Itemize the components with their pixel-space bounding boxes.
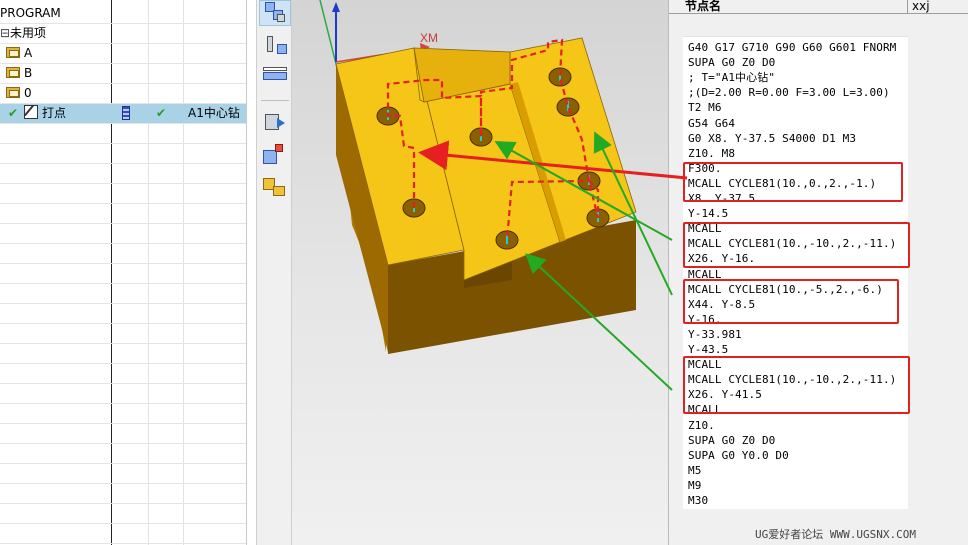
empty-row [0,264,246,284]
folder-icon [6,87,20,98]
empty-row [0,284,246,304]
machining-method-view-button[interactable] [261,110,289,136]
program-order-view-button[interactable] [261,0,289,26]
watermark: UG爱好者论坛 WWW.UGSNX.COM [755,528,916,541]
toolpath-status-icon [122,106,130,120]
geometry-view-button[interactable] [261,64,289,90]
nc-code-line: Y-14.5 [688,207,729,221]
nc-header: 节点名 xxj [669,0,968,14]
empty-row [0,304,246,324]
nc-code-line: SUPA G0 Z0 D0 [688,56,776,70]
tree-row-label: B [24,66,33,80]
machine-tool-view-button[interactable] [261,34,289,60]
empty-row [0,204,246,224]
tool-name: A1中心钻 [188,106,240,120]
highlight-box [683,222,910,268]
tree-row-label: A [24,46,33,60]
empty-row [0,244,246,264]
tree-row-group-b[interactable]: B [0,64,246,84]
tree-row-label: 打点 [42,106,67,120]
tree-row-unused-items[interactable]: ⊟ 未用项 [0,24,246,44]
empty-row [0,124,246,144]
nc-code-line: Z10. M8 [688,146,736,160]
path-check-icon: ✔ [156,106,167,120]
nc-code-line: SUPA G0 Y0.0 D0 [688,448,789,462]
highlight-box [683,279,899,324]
folder-icon [6,47,20,58]
nc-code-line: M5 [688,463,702,477]
nc-code-line: Z10. [688,418,715,432]
status-check-icon: ✔ [8,106,19,120]
graphics-viewport[interactable]: XM [292,0,668,545]
column-header-node-name[interactable]: 节点名 [685,0,721,12]
column-header-value[interactable]: xxj [912,0,930,12]
nc-code-line: T2 M6 [688,101,722,115]
folder-icon [6,67,20,78]
spot-drill-operation-icon [24,105,38,119]
empty-row [0,144,246,164]
tree-row-label: PROGRAM [0,6,61,20]
nc-code-line: G40 G17 G710 G90 G60 G601 FNORM [688,41,897,54]
nc-code-line: Y-33.981 [688,327,742,341]
nc-code-line: Y-43.5 [688,343,729,356]
empty-row [0,484,246,504]
nc-code-line: G0 X8. Y-37.5 S4000 D1 M3 [688,131,857,145]
tree-row-label: 0 [24,86,32,100]
tree-row-group-a[interactable]: A [0,44,246,64]
empty-row [0,344,246,364]
nc-code-line: M9 [688,478,702,492]
nc-code-line: G54 G64 [688,116,736,130]
tree-row-program[interactable]: PROGRAM [0,4,246,24]
empty-row [0,184,246,204]
collapse-icon[interactable]: ⊟ [0,24,10,44]
empty-row [0,224,246,244]
empty-row [0,444,246,464]
nc-code-line: ; T="A1中心钻" [688,71,776,85]
tree-row-label: 未用项 [10,26,47,40]
operation-navigator: PROGRAM ⊟ 未用项 A B 0 ✔ 打点 ✔ A1中心钻 [0,0,247,545]
empty-row [0,324,246,344]
highlight-box [683,356,910,414]
empty-row [0,464,246,484]
operation-toolbar [256,0,292,545]
z-axis-arrowhead [332,2,340,12]
empty-row [0,364,246,384]
highlight-box [683,162,903,202]
create-program-button[interactable] [261,142,289,168]
empty-row [0,164,246,184]
empty-row [0,404,246,424]
nc-code-line: SUPA G0 Z0 D0 [688,433,776,447]
tree-row-operation-spot-drill[interactable]: ✔ 打点 ✔ A1中心钻 [0,104,246,124]
nc-code-line: ;(D=2.00 R=0.00 F=3.00 L=3.00) [688,86,890,100]
x-axis-label: XM [420,31,438,45]
empty-row [0,524,246,544]
tree-row-group-0[interactable]: 0 [0,84,246,104]
create-operation-button[interactable] [261,174,289,200]
empty-row [0,384,246,404]
empty-row [0,504,246,524]
empty-row [0,424,246,444]
nc-code-line: M30 [688,494,709,507]
